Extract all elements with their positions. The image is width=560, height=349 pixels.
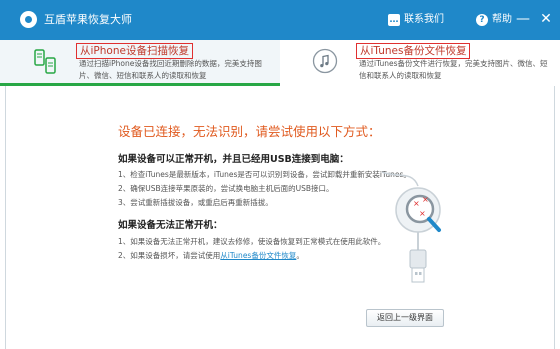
left-border (5, 86, 6, 349)
chat-icon: … (388, 14, 400, 26)
question-icon: ? (476, 14, 488, 26)
phone-scan-icon (34, 49, 56, 74)
tab-itunes-backup[interactable]: 从iTunes备份文件恢复 通过iTunes备份文件进行恢复，完美支持图片、微信… (280, 40, 560, 86)
mode-tabs: 从iPhone设备扫描恢复 通过扫描iPhone设备找回近期删除的数据，完美支持… (0, 40, 560, 86)
list-item: 1、如果设备无法正常开机，建议去修修，使设备恢复到正常模式在使用此软件。 (118, 237, 386, 246)
title-bar: 互盾苹果恢复大师 … 联系我们 ? 帮助 — ✕ (0, 0, 560, 40)
help-label: 帮助 (492, 14, 512, 25)
list-item: 3、尝试重新插拔设备，或重启后再重新插拔。 (118, 198, 273, 207)
list-item: 1、检查iTunes是最新版本，iTunes是否可以识别到设备，尝试卸载并重新安… (118, 170, 411, 179)
svg-text:×: × (413, 199, 420, 208)
error-headline: 设备已连接，无法识别，请尝试使用以下方式： (118, 124, 381, 139)
back-button[interactable]: 返回上一级界面 (366, 309, 444, 327)
close-button[interactable]: ✕ (538, 10, 554, 28)
contact-us-button[interactable]: … 联系我们 (388, 12, 444, 28)
tab-device-scan-description: 通过扫描iPhone设备找回近期删除的数据，完美支持图片、微信、短信和联系人的读… (79, 59, 262, 80)
itunes-backup-restore-link[interactable]: 从iTunes备份文件恢复 (220, 251, 296, 260)
list-item: 2、如果设备损坏，请尝试使用从iTunes备份文件恢复。 (118, 250, 304, 261)
tab-device-scan-title: 从iPhone设备扫描恢复 (76, 43, 193, 59)
right-border (554, 86, 555, 349)
usb-magnifier-icon: × × × (381, 171, 441, 283)
tab-itunes-backup-description: 通过iTunes备份文件进行恢复，完美支持图片、微信、短信和联系人的读取和恢复 (359, 59, 548, 80)
minimize-button[interactable]: — (515, 10, 531, 28)
app-logo-icon (20, 11, 37, 28)
tab-itunes-backup-title: 从iTunes备份文件恢复 (356, 43, 471, 59)
list-item-text: 2、如果设备损坏，请尝试使用 (118, 251, 221, 260)
help-button[interactable]: ? 帮助 (476, 12, 512, 28)
music-note-icon (312, 48, 338, 74)
section-powered-on-title: 如果设备可以正常开机，并且已经用USB连接到电脑： (118, 154, 349, 165)
contact-us-label: 联系我们 (404, 14, 444, 25)
list-item: 2、确保USB连接苹果原装的，尝试换电脑主机后面的USB接口。 (118, 184, 334, 193)
section-cannot-boot-title: 如果设备无法正常开机： (118, 220, 223, 231)
svg-text:×: × (422, 195, 429, 204)
main-panel: 设备已连接，无法识别，请尝试使用以下方式： 如果设备可以正常开机，并且已经用US… (0, 86, 560, 349)
tab-device-scan[interactable]: 从iPhone设备扫描恢复 通过扫描iPhone设备找回近期删除的数据，完美支持… (0, 40, 280, 86)
app-title: 互盾苹果恢复大师 (44, 13, 132, 26)
svg-text:×: × (419, 209, 426, 218)
list-item-suffix: 。 (296, 251, 304, 260)
